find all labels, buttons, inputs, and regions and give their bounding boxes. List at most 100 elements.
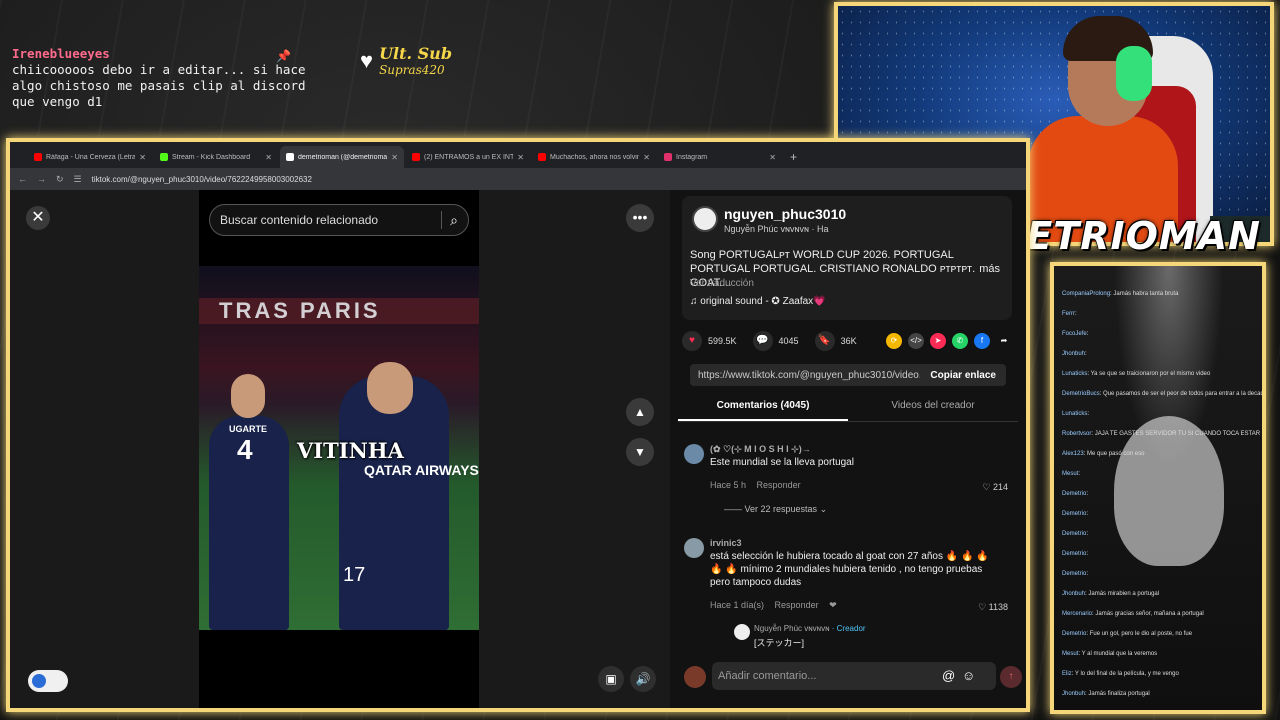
chat-line: DemetrioBucs: Que pasamos de ser el peor… xyxy=(1062,384,1262,404)
browser-tab[interactable]: Muchachos, ahora nos volvimos a ilusiona… xyxy=(532,146,656,168)
video-player[interactable]: TRAS PARIS UGARTE 4 QATAR AIRWAYS 17 VIT… xyxy=(199,266,479,630)
reply-button[interactable]: Responder xyxy=(757,480,801,490)
browser-tab-active[interactable]: demetrioman (@demetrioman) ✕ xyxy=(280,146,404,168)
close-tab-icon[interactable]: ✕ xyxy=(769,153,776,162)
close-tab-icon[interactable]: ✕ xyxy=(391,153,398,162)
chat-line-user[interactable]: Demetrio xyxy=(1062,571,1086,577)
browser-tab[interactable]: Ráfaga - Una Cerveza (Letra) - YouTube✕ xyxy=(28,146,152,168)
chat-line-user[interactable]: Mesut xyxy=(1062,651,1078,657)
emoji-icon[interactable]: ☺ xyxy=(962,668,975,683)
sound-link[interactable]: ♫ original sound - ✪ Zaafax💗 xyxy=(690,296,826,307)
chat-line: Jhonbuh: Jamás mirabien a portugal xyxy=(1062,591,1160,597)
floating-player-button[interactable]: ▣ xyxy=(598,666,624,692)
chat-line-text: Jamás gracias señor, mañana a portugal xyxy=(1095,611,1204,617)
see-translation-link[interactable]: Ver traducción xyxy=(690,278,754,289)
volume-button[interactable]: 🔊 xyxy=(630,666,656,692)
commenter-name[interactable]: (✿ ♡(⊹ M I O S H I ⊹)→ xyxy=(710,444,811,455)
pin-icon: 📌 xyxy=(276,49,291,63)
share-arrow-icon[interactable]: ➦ xyxy=(996,333,1012,349)
browser-tab[interactable]: (2) ENTRAMOS a un EX INTERNADO✕ xyxy=(406,146,530,168)
chat-line-user[interactable]: Jhonbuh xyxy=(1062,351,1085,357)
browser-tab[interactable]: Stream - Kick Dashboard ✕ xyxy=(154,146,278,168)
chat-line-user[interactable]: Mesut xyxy=(1062,471,1078,477)
chat-line-user[interactable]: Robertvsor xyxy=(1062,431,1091,437)
comment-like[interactable]: ♡ 214 xyxy=(982,482,1008,493)
chat-line-user[interactable]: Mercenario xyxy=(1062,611,1092,617)
more-options-button[interactable]: ••• xyxy=(626,204,654,232)
chat-line-user[interactable]: Demetrio xyxy=(1062,511,1086,517)
close-video-button[interactable]: ✕ xyxy=(26,206,50,230)
facebook-icon[interactable]: f xyxy=(974,333,990,349)
tab-creator-videos[interactable]: Videos del creador xyxy=(848,396,1018,421)
whatsapp-icon[interactable]: ✆ xyxy=(952,333,968,349)
close-icon: ✕ xyxy=(31,209,45,226)
chat-line-text: Que pasamos de ser el peor de todos para… xyxy=(1103,391,1262,397)
like-button-icon[interactable]: ♥ xyxy=(682,331,702,351)
chat-line-user[interactable]: Ferrr xyxy=(1062,311,1075,317)
tab-comments[interactable]: Comentarios (4045) xyxy=(678,396,848,421)
autoscroll-toggle[interactable] xyxy=(28,670,68,692)
chat-line: Lunaticks: Ya se que se traicionaron por… xyxy=(1062,371,1211,377)
chat-line-user[interactable]: Demetrio xyxy=(1062,531,1086,537)
chat-line-user[interactable]: Lunaticks xyxy=(1062,411,1087,417)
send-icon[interactable]: ➤ xyxy=(930,333,946,349)
chat-line-user[interactable]: Demetrio xyxy=(1062,631,1086,637)
chat-list: CompaniaProlong: Jamás habra tanta bruta… xyxy=(1062,284,1262,704)
site-info-icon[interactable]: ☰ xyxy=(74,174,82,185)
chat-line: Mercenario: Jamás gracias señor, mañana … xyxy=(1062,611,1204,617)
reply-button[interactable]: Responder xyxy=(775,600,819,610)
stadium-banner: TRAS PARIS xyxy=(199,298,479,324)
chat-line-user[interactable]: Jhonbuh xyxy=(1062,691,1085,697)
bookmark-button-icon[interactable]: 🔖 xyxy=(814,331,835,351)
chat-line-user[interactable]: Demetrio xyxy=(1062,551,1086,557)
repost-icon[interactable]: ⟳ xyxy=(886,333,902,349)
close-tab-icon[interactable]: ✕ xyxy=(139,153,146,162)
reload-icon[interactable]: ↻ xyxy=(56,174,64,185)
chat-line: Demetrio: Fue un gol, pero le dio al pos… xyxy=(1062,631,1193,637)
chat-line-user[interactable]: FocoJefe xyxy=(1062,331,1087,337)
close-tab-icon[interactable]: ✕ xyxy=(517,153,524,162)
url-field[interactable]: tiktok.com/@nguyen_phuc3010/video/762224… xyxy=(92,175,312,184)
commenter-avatar[interactable] xyxy=(684,444,704,464)
last-sub-title: Ult. Sub xyxy=(379,44,452,63)
close-tab-icon[interactable]: ✕ xyxy=(643,153,650,162)
copy-link-button[interactable]: Copiar enlace xyxy=(920,370,1006,381)
new-tab-button[interactable]: + xyxy=(784,150,803,168)
view-replies-link[interactable]: —— Ver 22 respuestas ⌄ xyxy=(724,504,827,515)
creator-reply-avatar[interactable] xyxy=(734,624,750,640)
chat-line-user[interactable]: Eliz xyxy=(1062,671,1072,677)
chat-line-user[interactable]: Lunaticks xyxy=(1062,371,1087,377)
creator-avatar[interactable] xyxy=(692,206,718,232)
browser-tab[interactable]: Instagram ✕ xyxy=(658,146,782,168)
comment-like[interactable]: ♡ 1138 xyxy=(978,602,1008,613)
next-video-button[interactable]: ▼ xyxy=(626,438,654,466)
commenter-name[interactable]: irvinic3 xyxy=(710,538,742,548)
search-input[interactable] xyxy=(220,213,434,227)
close-tab-icon[interactable]: ✕ xyxy=(265,153,272,162)
more-caption-link[interactable]: más xyxy=(979,262,1000,276)
comment-meta: Hace 5 h Responder xyxy=(710,480,809,490)
chat-line-user[interactable]: Jhonbuh xyxy=(1062,591,1085,597)
search-icon[interactable]: ⌕ xyxy=(450,212,458,229)
forward-icon[interactable]: → xyxy=(37,174,46,184)
creator-username[interactable]: nguyen_phuc3010 xyxy=(724,206,846,222)
comment-button-icon[interactable]: 💬 xyxy=(752,331,773,351)
embed-icon[interactable]: </> xyxy=(908,333,924,349)
chat-line-user[interactable]: Alex123 xyxy=(1062,451,1084,457)
chat-line-user[interactable]: Demetrio xyxy=(1062,491,1086,497)
send-comment-button[interactable]: ↑ xyxy=(1000,666,1022,688)
chat-username: Ireneblueeyes xyxy=(12,46,110,61)
chat-line-user[interactable]: CompaniaProlong xyxy=(1062,291,1110,297)
chat-line: Mesut: xyxy=(1062,471,1081,477)
related-search-box[interactable]: ⌕ xyxy=(209,204,469,236)
back-icon[interactable]: ← xyxy=(18,174,27,184)
previous-video-button[interactable]: ▲ xyxy=(626,398,654,426)
heart-outline-icon: ♡ xyxy=(982,482,993,492)
shorts-number: 17 xyxy=(343,564,366,586)
stream-chat-panel: CompaniaProlong: Jamás habra tanta bruta… xyxy=(1050,262,1266,714)
last-sub-name: Supras420 xyxy=(379,63,445,77)
video-link[interactable]: https://www.tiktok.com/@nguyen_phuc3010/… xyxy=(698,370,920,381)
mention-icon[interactable]: @ xyxy=(942,668,955,683)
commenter-avatar[interactable] xyxy=(684,538,704,558)
chat-line-user[interactable]: DemetrioBucs xyxy=(1062,391,1100,397)
